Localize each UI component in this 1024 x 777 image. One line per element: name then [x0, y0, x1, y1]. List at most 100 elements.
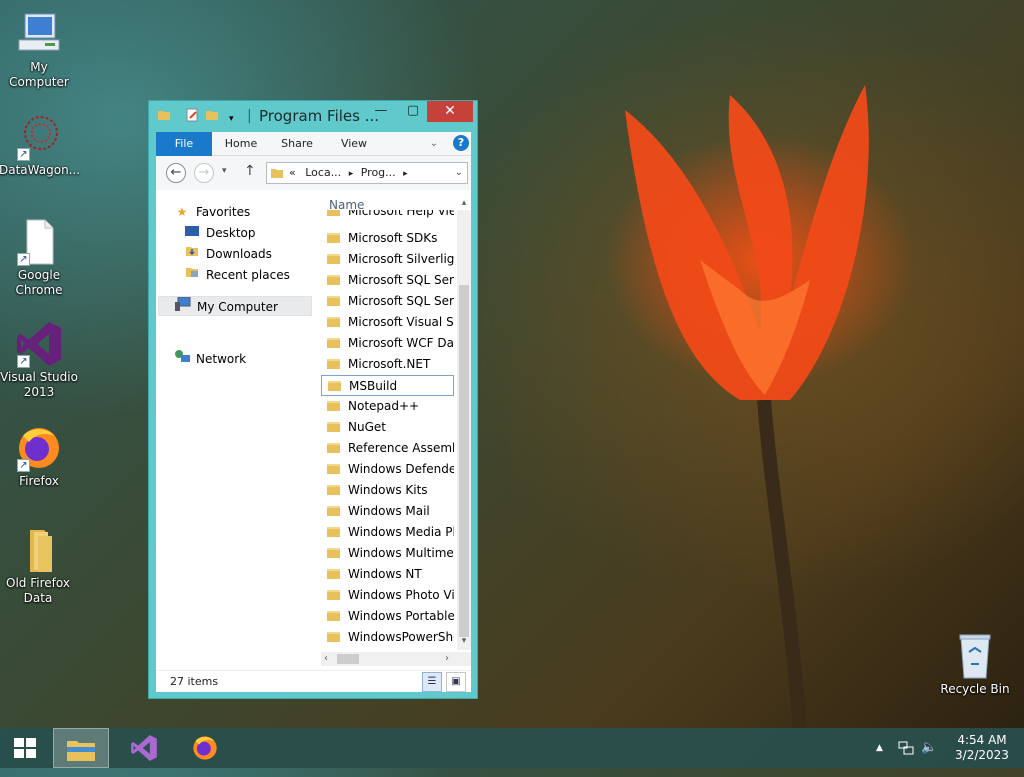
nav-favorites[interactable]: ★ Favorites	[174, 202, 251, 222]
file-name: Reference Assembl	[348, 441, 454, 455]
nav-network[interactable]: Network	[174, 349, 246, 369]
list-item[interactable]: Microsoft SQL Serv	[321, 270, 454, 291]
firefox-icon	[193, 736, 217, 760]
file-name: Microsoft Help Vie	[348, 210, 454, 218]
blank-document-icon: ↗	[15, 218, 63, 266]
up-button[interactable]: ↑	[244, 163, 256, 179]
maximize-button[interactable]: ▢	[399, 101, 427, 122]
network-tray-icon[interactable]	[898, 728, 914, 768]
crumb-separator-icon[interactable]: ▸	[403, 169, 408, 179]
desktop-icon-label: DataWagon...	[0, 163, 81, 177]
address-crumb-program-files[interactable]: Prog...	[361, 166, 396, 179]
network-icon	[174, 349, 190, 369]
nav-my-computer[interactable]: My Computer	[158, 296, 312, 316]
customize-toolbar-dropdown-icon[interactable]: ▾	[229, 111, 234, 127]
list-item[interactable]: Microsoft Help Vie	[321, 210, 454, 222]
file-name: Windows Photo Vi	[348, 588, 454, 602]
file-explorer-window[interactable]: ▾ | Program Files ... — ▢ ✕ File Home Sh…	[148, 100, 478, 699]
volume-tray-icon[interactable]: 🔈	[921, 728, 937, 768]
vertical-scroll-thumb[interactable]	[459, 285, 469, 637]
list-item[interactable]: Windows Defender	[321, 459, 454, 480]
computer-icon	[15, 10, 63, 58]
file-name: Microsoft SQL Serv	[348, 294, 454, 308]
desktop-icon-old-firefox-data[interactable]: Old Firefox Data	[0, 526, 78, 606]
tab-view[interactable]: View	[332, 132, 376, 156]
horizontal-scroll-thumb[interactable]	[337, 654, 359, 664]
list-item[interactable]: Reference Assembl	[321, 438, 454, 459]
scroll-up-arrow-icon[interactable]: ▴	[457, 198, 471, 208]
help-button[interactable]: ?	[453, 135, 469, 151]
horizontal-scrollbar[interactable]: ‹ ›	[321, 652, 471, 666]
file-name: Microsoft.NET	[348, 357, 431, 371]
list-item[interactable]: Notepad++	[321, 396, 454, 417]
file-name: Windows NT	[348, 567, 422, 581]
show-hidden-icons-button[interactable]: ▲	[876, 728, 883, 768]
vertical-scrollbar[interactable]: ▴ ▾	[457, 198, 471, 650]
tab-file[interactable]: File	[156, 132, 212, 156]
list-item[interactable]: Windows Multimed	[321, 543, 454, 564]
list-item[interactable]: Windows Portable	[321, 606, 454, 627]
file-name: NuGet	[348, 420, 386, 434]
tab-share[interactable]: Share	[274, 132, 320, 156]
list-item[interactable]: Microsoft Visual St	[321, 312, 454, 333]
properties-icon[interactable]	[185, 108, 199, 126]
nav-recent-places[interactable]: Recent places	[184, 265, 290, 285]
navigation-pane: ★ Favorites Desktop Downloads Recent plac…	[156, 190, 316, 670]
list-item[interactable]: Windows Media Pl	[321, 522, 454, 543]
taskbar-file-explorer[interactable]	[53, 728, 109, 768]
tab-home[interactable]: Home	[218, 132, 264, 156]
list-item[interactable]: Windows Photo Vi	[321, 585, 454, 606]
taskbar-visual-studio[interactable]	[116, 728, 172, 768]
folder-icon	[327, 401, 340, 411]
address-bar[interactable]: « Loca... ▸ Prog... ▸ ⌄	[266, 162, 468, 184]
file-explorer-icon	[67, 741, 95, 761]
list-item[interactable]: Windows NT	[321, 564, 454, 585]
folder-icon	[271, 169, 283, 178]
list-item[interactable]: NuGet	[321, 417, 454, 438]
address-overflow[interactable]: «	[289, 166, 296, 179]
forward-button[interactable]: →	[194, 163, 214, 183]
desktop-icon-google-chrome[interactable]: ↗ Google Chrome	[0, 218, 79, 298]
crumb-separator-icon[interactable]: ▸	[349, 169, 354, 179]
file-name: Microsoft SDKs	[348, 231, 438, 245]
scroll-left-arrow-icon[interactable]: ‹	[324, 652, 328, 666]
windows-logo-icon	[14, 738, 36, 758]
folder-icon	[327, 443, 340, 453]
scroll-right-arrow-icon[interactable]: ›	[445, 652, 449, 666]
minimize-button[interactable]: —	[367, 101, 395, 122]
nav-downloads[interactable]: Downloads	[184, 244, 272, 264]
list-item[interactable]: Microsoft SDKs	[321, 228, 454, 249]
address-dropdown-icon[interactable]: ⌄	[455, 163, 463, 183]
desktop-icon-label: Google Chrome	[15, 268, 63, 297]
back-button[interactable]: ←	[166, 163, 186, 183]
recent-locations-dropdown-icon[interactable]: ▾	[222, 166, 227, 176]
list-item[interactable]: Windows Kits	[321, 480, 454, 501]
expand-ribbon-icon[interactable]: ⌄	[426, 132, 442, 156]
start-button[interactable]	[0, 728, 50, 768]
list-item[interactable]: Microsoft Silverligh	[321, 249, 454, 270]
details-view-button[interactable]: ☰	[422, 672, 442, 692]
desktop-icon-firefox[interactable]: ↗ Firefox	[0, 424, 79, 489]
desktop-icon-label: Visual Studio 2013	[0, 370, 78, 399]
desktop-icon-my-computer[interactable]: My Computer	[0, 10, 79, 90]
list-item[interactable]: WindowsPowerShe	[321, 627, 454, 643]
list-item[interactable]: Microsoft.NET	[321, 354, 454, 375]
list-item[interactable]: Microsoft SQL Serv	[321, 291, 454, 312]
desktop-icon-datawagon[interactable]: ↗ DataWagon...	[0, 113, 81, 178]
folder-icon	[327, 359, 340, 369]
new-folder-icon[interactable]	[205, 108, 219, 126]
address-crumb-local-disk[interactable]: Loca...	[305, 166, 341, 179]
title-bar[interactable]: ▾ | Program Files ... — ▢ ✕	[149, 101, 477, 131]
large-icons-view-button[interactable]: ▣	[446, 672, 466, 692]
list-item[interactable]: Windows Mail	[321, 501, 454, 522]
system-clock[interactable]: 4:54 AM 3/2/2023	[952, 733, 1012, 763]
taskbar-firefox[interactable]	[177, 728, 233, 768]
desktop-icon-visual-studio[interactable]: ↗ Visual Studio 2013	[0, 320, 79, 400]
desktop-icon-recycle-bin[interactable]: Recycle Bin	[935, 632, 1015, 697]
list-item[interactable]: Microsoft WCF Dat	[321, 333, 454, 354]
nav-desktop[interactable]: Desktop	[184, 223, 256, 243]
close-button[interactable]: ✕	[427, 101, 473, 122]
folder-icon	[327, 632, 340, 642]
scroll-down-arrow-icon[interactable]: ▾	[457, 636, 471, 646]
list-item-selected[interactable]: MSBuild	[321, 375, 454, 396]
